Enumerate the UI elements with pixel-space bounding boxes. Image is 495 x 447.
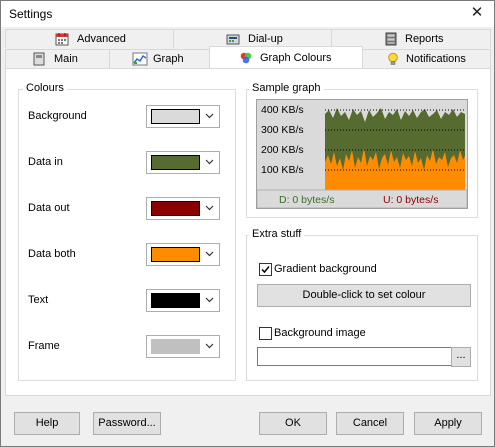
sample-graph-group-label: Sample graph: [249, 82, 324, 94]
password-button[interactable]: Password...: [93, 412, 161, 435]
tab-graph-colours-label: Graph Colours: [260, 52, 332, 64]
tab-graph[interactable]: Graph: [109, 49, 211, 68]
tab-main[interactable]: Main: [5, 49, 111, 68]
close-button[interactable]: ✕: [460, 1, 494, 27]
frame-colour-picker[interactable]: [146, 335, 220, 358]
tab-reports-label: Reports: [405, 33, 444, 45]
chevron-down-icon: [203, 155, 216, 168]
data-both-label: Data both: [28, 248, 76, 260]
tab-notifications-label: Notifications: [406, 53, 466, 65]
tab-advanced[interactable]: Advanced: [5, 29, 175, 48]
cancel-button[interactable]: Cancel: [336, 412, 404, 435]
upload-readout: U: 0 bytes/s: [383, 194, 438, 206]
tick-300: 300 KB/s: [261, 124, 304, 136]
tab-main-label: Main: [54, 53, 78, 65]
data-in-label: Data in: [28, 156, 63, 168]
palette-icon: [239, 51, 253, 65]
gradient-background-checkbox[interactable]: [259, 263, 272, 276]
data-in-swatch: [151, 155, 200, 170]
text-label: Text: [28, 294, 49, 306]
browse-button[interactable]: ...: [451, 347, 471, 367]
download-readout: D: 0 bytes/s: [279, 194, 334, 206]
data-out-swatch: [151, 201, 200, 216]
lightbulb-icon: [386, 52, 400, 66]
chevron-down-icon: [203, 339, 216, 352]
background-swatch: [151, 109, 200, 124]
checkmark-icon: [261, 266, 270, 274]
background-image-label: Background image: [274, 327, 366, 339]
background-image-checkbox[interactable]: [259, 327, 272, 340]
sample-graph: 400 KB/s 300 KB/s 200 KB/s 100 KB/s D: 0…: [256, 99, 468, 209]
title-bar: Settings ✕: [1, 1, 494, 27]
ok-button[interactable]: OK: [259, 412, 327, 435]
text-swatch: [151, 293, 200, 308]
background-image-input[interactable]: [257, 347, 453, 366]
colours-group-label: Colours: [23, 82, 67, 94]
main-icon: [32, 52, 46, 66]
dialog-footer: Help Password... OK Cancel Apply: [1, 399, 494, 446]
chart-icon: [132, 52, 148, 66]
tick-100: 100 KB/s: [261, 164, 304, 176]
tab-graph-colours[interactable]: Graph Colours: [209, 46, 363, 68]
data-out-colour-picker[interactable]: [146, 197, 220, 220]
apply-button[interactable]: Apply: [414, 412, 482, 435]
chevron-down-icon: [203, 293, 216, 306]
tab-notifications[interactable]: Notifications: [361, 49, 491, 68]
extra-stuff-group-label: Extra stuff: [249, 228, 305, 240]
chevron-down-icon: [203, 247, 216, 260]
frame-swatch: [151, 339, 200, 354]
gradient-background-label: Gradient background: [274, 263, 377, 275]
calendar-icon: [55, 32, 69, 46]
background-label: Background: [28, 110, 87, 122]
help-button[interactable]: Help: [14, 412, 80, 435]
tick-400: 400 KB/s: [261, 104, 304, 116]
chevron-down-icon: [203, 201, 216, 214]
data-both-colour-picker[interactable]: [146, 243, 220, 266]
settings-window: Settings ✕ Advanced Dial-up Reports Main…: [0, 0, 495, 447]
background-colour-picker[interactable]: [146, 105, 220, 128]
data-out-label: Data out: [28, 202, 70, 214]
text-colour-picker[interactable]: [146, 289, 220, 312]
set-colour-button[interactable]: Double-click to set colour: [257, 284, 471, 307]
cabinet-icon: [384, 32, 398, 46]
window-title: Settings: [9, 7, 53, 21]
frame-label: Frame: [28, 340, 60, 352]
data-both-swatch: [151, 247, 200, 262]
tab-advanced-label: Advanced: [77, 33, 126, 45]
modem-icon: [226, 32, 240, 46]
data-in-colour-picker[interactable]: [146, 151, 220, 174]
chevron-down-icon: [203, 109, 216, 122]
sample-graph-canvas: 400 KB/s 300 KB/s 200 KB/s 100 KB/s D: 0…: [257, 100, 467, 208]
tab-graph-label: Graph: [153, 53, 184, 65]
tick-200: 200 KB/s: [261, 144, 304, 156]
